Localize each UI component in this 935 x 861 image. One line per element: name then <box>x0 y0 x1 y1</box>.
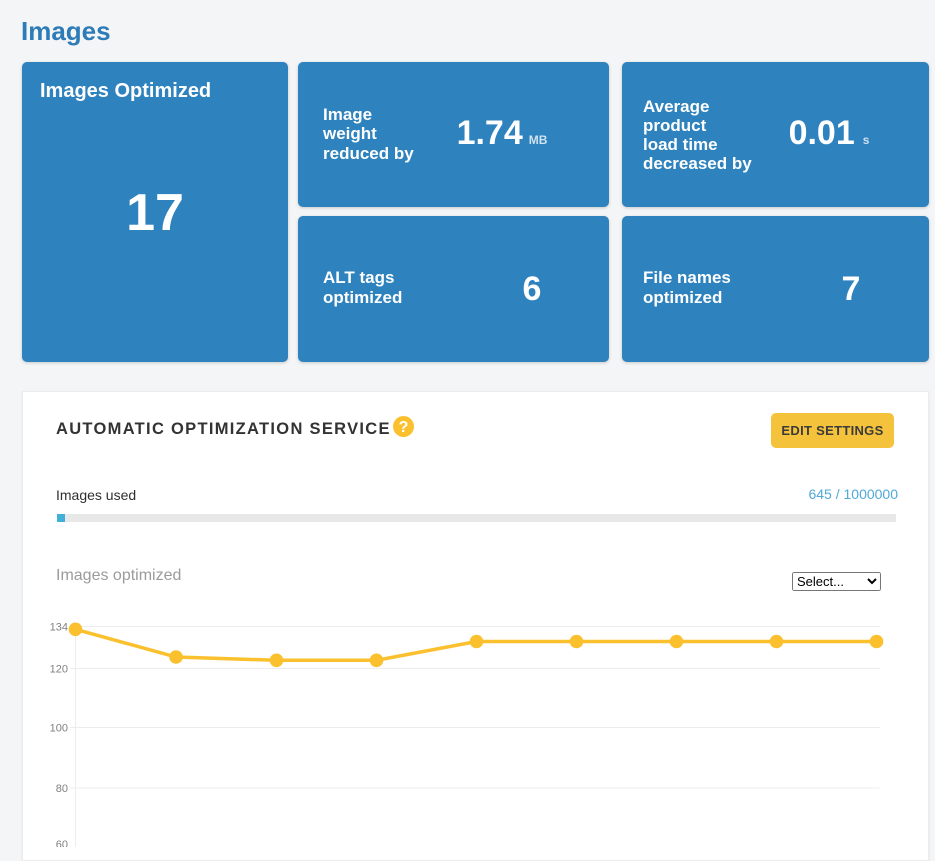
svg-text:80: 80 <box>56 783 68 795</box>
svg-text:?: ? <box>399 419 409 436</box>
svg-text:134: 134 <box>50 622 68 634</box>
svg-text:100: 100 <box>50 723 68 735</box>
svg-text:60: 60 <box>56 839 68 847</box>
svg-text:120: 120 <box>50 664 68 676</box>
